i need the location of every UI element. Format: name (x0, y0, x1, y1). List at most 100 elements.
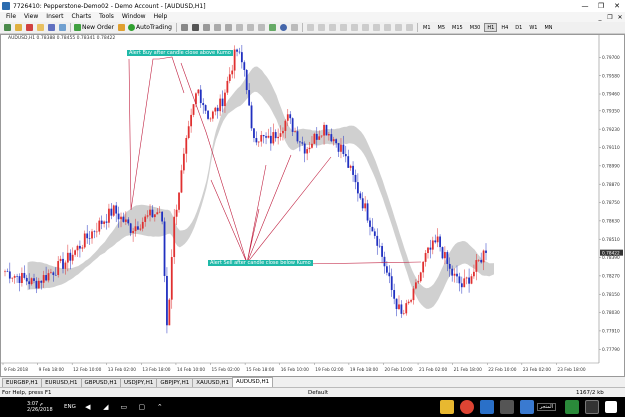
tester-button[interactable] (57, 23, 67, 33)
candlestick-button[interactable] (190, 23, 200, 33)
battery-icon[interactable]: ▭ (119, 402, 129, 412)
menu-insert[interactable]: Insert (42, 12, 67, 22)
minimize-button[interactable]: — (577, 0, 593, 12)
line-chart-button[interactable] (201, 23, 211, 33)
price-label: 0.79580 (602, 73, 620, 79)
mail-icon[interactable] (519, 400, 534, 414)
candle-body (388, 272, 391, 277)
zoom-in-button[interactable] (212, 23, 222, 33)
text-label-button[interactable] (393, 23, 403, 33)
cursor-button[interactable] (305, 23, 315, 33)
tray-expand-icon[interactable]: ⌃ (155, 402, 165, 412)
toolbar-separator (70, 23, 71, 32)
chart-shift-button[interactable] (245, 23, 255, 33)
fibonacci-button[interactable] (371, 23, 381, 33)
file-explorer-icon[interactable] (439, 400, 454, 414)
timeframe-m30[interactable]: M30 (467, 23, 484, 32)
chart-restore-button[interactable]: ❐ (605, 14, 615, 21)
candle-body (40, 280, 43, 283)
cortana-icon[interactable] (585, 400, 599, 414)
indicators-button[interactable] (267, 23, 277, 33)
periods-button[interactable] (278, 23, 288, 33)
timeframe-mn[interactable]: MN (541, 23, 555, 32)
autoscroll-button[interactable] (256, 23, 266, 33)
autotrading-button[interactable]: AutoTrading (127, 23, 173, 33)
candle-body (311, 143, 313, 148)
candle-body (422, 261, 425, 273)
metatrader-icon[interactable] (565, 400, 579, 414)
trendline-icon (350, 24, 358, 31)
navigator-button[interactable] (35, 23, 45, 33)
channel-button[interactable] (360, 23, 370, 33)
close-button[interactable]: ✕ (609, 0, 625, 12)
horizontal-line-button[interactable] (338, 23, 348, 33)
chart-close-button[interactable]: ✕ (615, 14, 625, 21)
maximize-button[interactable]: ❐ (593, 0, 609, 12)
tab-gbpusd[interactable]: GBPUSD,H1 (80, 378, 122, 387)
candle-body (156, 212, 159, 215)
candle-body (173, 216, 176, 258)
store-app-label[interactable]: المتجر (536, 403, 556, 411)
kumo-cloud-area (27, 66, 494, 309)
arrows-icon (405, 24, 413, 31)
menu-charts[interactable]: Charts (68, 12, 96, 22)
notifications-icon[interactable]: ▢ (137, 402, 147, 412)
sell-alert-annotation[interactable]: Alert Sell after candle close below Kumo (208, 260, 313, 266)
new-order-button[interactable]: New Order (73, 23, 115, 33)
timeframe-m1[interactable]: M1 (420, 23, 434, 32)
candle-body (47, 273, 50, 281)
chart-window[interactable]: 0.79700 0.79580 0.79460 0.79350 0.79230 0.791… (0, 34, 625, 377)
edge-icon[interactable] (479, 400, 494, 414)
timeframe-m5[interactable]: M5 (435, 23, 449, 32)
zoom-out-button[interactable] (223, 23, 233, 33)
timeframe-d1[interactable]: D1 (512, 23, 525, 32)
windows-start-icon[interactable] (605, 401, 617, 413)
menu-file[interactable]: File (2, 12, 20, 22)
candle-body (400, 304, 403, 314)
indicators-icon (268, 24, 276, 31)
timeframe-w1[interactable]: W1 (526, 23, 540, 32)
vertical-line-button[interactable] (327, 23, 337, 33)
timeframe-h4[interactable]: H4 (498, 23, 511, 32)
tab-audusd[interactable]: AUDUSD,H1 (231, 377, 274, 387)
candle-body (453, 273, 456, 276)
price-label: 0.78630 (602, 218, 620, 224)
tab-eurgbp[interactable]: EURGBP,H1 (2, 378, 43, 387)
arrows-button[interactable] (404, 23, 414, 33)
candle-body (233, 49, 236, 71)
tab-xauusd[interactable]: XAUUSD,H1 (192, 378, 233, 387)
crosshair-button[interactable] (316, 23, 326, 33)
price-chart[interactable]: 0.79700 0.79580 0.79460 0.79350 0.79230 0.791… (1, 35, 624, 376)
market-watch-button[interactable] (24, 23, 34, 33)
metaeditor-button[interactable] (116, 23, 126, 33)
new-chart-button[interactable] (2, 23, 12, 33)
menu-help[interactable]: Help (150, 12, 172, 22)
tile-windows-button[interactable] (234, 23, 244, 33)
text-button[interactable] (382, 23, 392, 33)
menu-window[interactable]: Window (118, 12, 150, 22)
settings-icon[interactable] (499, 400, 514, 414)
language-indicator[interactable]: ENG (64, 404, 76, 410)
candle-body (284, 120, 287, 131)
terminal-button[interactable] (46, 23, 56, 33)
timeframe-m15[interactable]: M15 (449, 23, 466, 32)
chart-minimize-button[interactable]: _ (595, 14, 605, 21)
menu-tools[interactable]: Tools (95, 12, 118, 22)
candle-body (371, 226, 374, 232)
price-label: 0.79350 (602, 108, 620, 114)
profiles-button[interactable] (13, 23, 23, 33)
chrome-icon[interactable] (459, 400, 474, 414)
bar-chart-button[interactable] (179, 23, 189, 33)
menu-view[interactable]: View (20, 12, 42, 22)
network-icon[interactable]: ◢ (101, 402, 111, 412)
candle-body (470, 276, 473, 284)
buy-alert-annotation[interactable]: Alert Buy after candle close above Kumo (127, 50, 233, 56)
templates-button[interactable] (289, 23, 299, 33)
volume-icon[interactable]: ◀ (83, 402, 93, 412)
tab-eurusd[interactable]: EURUSD,H1 (41, 378, 82, 387)
trendline-button[interactable] (349, 23, 359, 33)
timeframe-h1[interactable]: H1 (484, 23, 498, 32)
taskbar-clock[interactable]: 3:07 م 2/26/2018 (27, 401, 61, 413)
tab-usdjpy[interactable]: USDJPY,H1 (120, 378, 158, 387)
tab-gbpjpy[interactable]: GBPJPY,H1 (156, 378, 194, 387)
